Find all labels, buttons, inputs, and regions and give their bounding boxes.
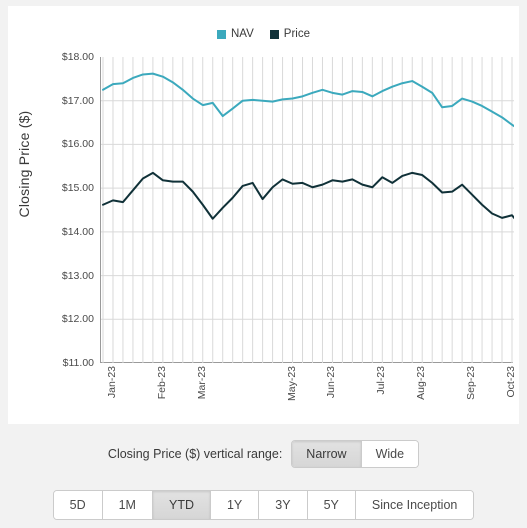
period-5d-button[interactable]: 5D [53,491,103,519]
line-chart-svg [101,57,514,363]
x-axis-tick-label: May-23 [285,366,298,402]
y-axis-tick-label: $15.00 [61,182,94,195]
y-axis-tick-label: $14.00 [61,225,94,238]
period-1m-button[interactable]: 1M [102,491,153,519]
y-axis-tick-label: $13.00 [61,269,94,282]
time-period-button-group[interactable]: 5D 1M YTD 1Y 3Y 5Y Since Inception [52,490,475,520]
x-axis-tick-label: Feb-23 [155,366,168,400]
x-axis-tick-label: Aug-23 [415,366,428,400]
chart-card: NAV Price Closing Price ($) $18.00 $17.00… [8,6,519,424]
range-wide-button[interactable]: Wide [361,441,419,467]
period-3y-button[interactable]: 3Y [259,491,308,519]
y-axis-title: Closing Price ($) [16,110,32,218]
vertical-range-button-group[interactable]: Narrow Wide [291,440,420,468]
period-since-inception-button[interactable]: Since Inception [355,491,474,519]
time-period-control: 5D 1M YTD 1Y 3Y 5Y Since Inception [0,490,527,520]
x-axis-tick-label: Jul-23 [375,366,388,395]
y-axis-tick-label: $12.00 [61,313,94,326]
x-axis-tick-label: Jan-23 [106,366,118,399]
period-1y-button[interactable]: 1Y [210,491,260,519]
x-axis-ticks: Jan-23 Feb-23 Mar-23 May-23 Jun-23 Jul-23 Aug-… [100,366,517,424]
vertical-range-control: Closing Price ($) vertical range: Narrow… [0,440,527,468]
x-axis-tick-label: Jun-23 [325,366,338,399]
x-axis-tick-label: Sep-23 [465,366,478,400]
y-axis-tick-label: $16.00 [61,138,94,151]
y-axis-ticks: $18.00 $17.00 $16.00 $15.00 $14.00 $13.00 $12.… [34,6,94,424]
y-axis-tick-label: $11.00 [62,357,94,369]
plot-area [100,57,514,363]
plot-wrapper: Closing Price ($) $18.00 $17.00 $16.00 $15.… [8,6,519,424]
x-axis-tick-label: Mar-23 [195,366,208,400]
y-axis-tick-label: $17.00 [61,94,94,107]
range-narrow-button[interactable]: Narrow [292,441,362,467]
period-5y-button[interactable]: 5Y [307,491,356,519]
vertical-range-label: Closing Price ($) vertical range: [107,447,283,461]
y-axis-tick-label: $18.00 [61,51,94,63]
x-axis-tick-label: Oct-23 [505,366,518,398]
period-ytd-button[interactable]: YTD [152,491,211,519]
